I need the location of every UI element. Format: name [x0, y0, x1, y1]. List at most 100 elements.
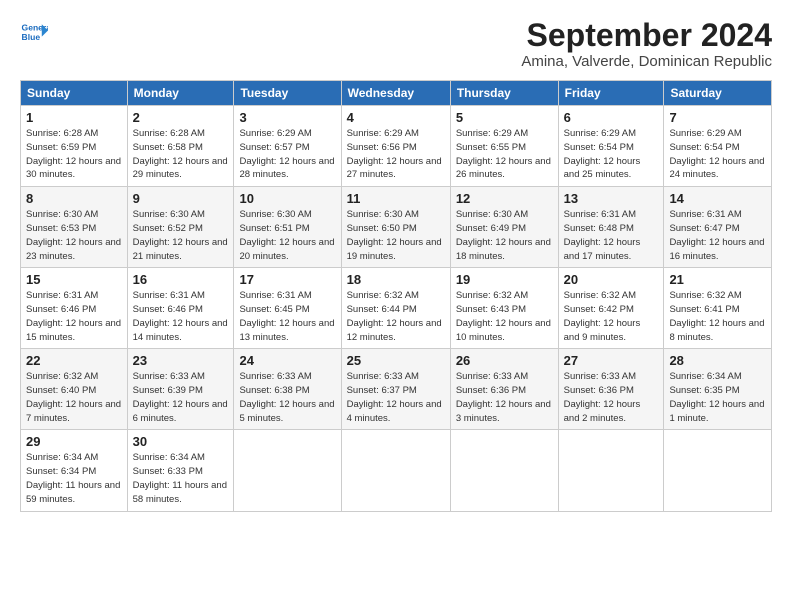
svg-text:Blue: Blue: [22, 32, 41, 42]
calendar-cell: 14Sunrise: 6:31 AMSunset: 6:47 PMDayligh…: [664, 187, 772, 268]
sunrise-time: Sunrise: 6:33 AM: [456, 371, 528, 382]
daylight-hours: Daylight: 12 hours and 14 minutes.: [133, 318, 228, 343]
day-info: Sunrise: 6:31 AMSunset: 6:48 PMDaylight:…: [564, 208, 659, 263]
col-wednesday: Wednesday: [341, 81, 450, 106]
day-number: 24: [239, 353, 335, 368]
day-info: Sunrise: 6:33 AMSunset: 6:36 PMDaylight:…: [564, 370, 659, 425]
sunset-time: Sunset: 6:53 PM: [26, 223, 96, 234]
day-number: 10: [239, 191, 335, 206]
calendar-cell: 28 Sunrise: 6:34 AMSunset: 6:35 PMDayligh…: [664, 349, 772, 430]
calendar-cell: 4Sunrise: 6:29 AMSunset: 6:56 PMDaylight…: [341, 106, 450, 187]
calendar-week-row: 15Sunrise: 6:31 AMSunset: 6:46 PMDayligh…: [21, 268, 772, 349]
sunset-time: Sunset: 6:52 PM: [133, 223, 203, 234]
day-number: 30: [133, 434, 229, 449]
day-info: Sunrise: 6:32 AMSunset: 6:41 PMDaylight:…: [669, 289, 766, 344]
page: General Blue September 2024 Amina, Valve…: [0, 0, 792, 612]
sunrise-time: Sunrise: 6:33 AM: [133, 371, 205, 382]
day-number: 15: [26, 272, 122, 287]
calendar-cell: 15Sunrise: 6:31 AMSunset: 6:46 PMDayligh…: [21, 268, 128, 349]
sunset-time: Sunset: 6:56 PM: [347, 142, 417, 153]
sunset-time: Sunset: 6:34 PM: [26, 466, 96, 477]
day-info: Sunrise: 6:30 AM Sunset: 6:53 PM Daylight:…: [26, 208, 122, 263]
day-info: Sunrise: 6:32 AMSunset: 6:42 PMDaylight:…: [564, 289, 659, 344]
col-sunday: Sunday: [21, 81, 128, 106]
sunset-time: Sunset: 6:49 PM: [456, 223, 526, 234]
day-number: 8: [26, 191, 122, 206]
daylight-hours: Daylight: 12 hours and 1 minute.: [669, 399, 764, 424]
sunrise-time: Sunrise: 6:32 AM: [456, 290, 528, 301]
day-number: 20: [564, 272, 659, 287]
sunrise-time: Sunrise: 6:29 AM: [456, 128, 528, 139]
sunset-time: Sunset: 6:45 PM: [239, 304, 309, 315]
day-info: Sunrise: 6:32 AMSunset: 6:40 PMDaylight:…: [26, 370, 122, 425]
col-thursday: Thursday: [450, 81, 558, 106]
sunset-time: Sunset: 6:36 PM: [456, 385, 526, 396]
day-info: Sunrise: 6:31 AMSunset: 6:47 PMDaylight:…: [669, 208, 766, 263]
daylight-hours: Daylight: 12 hours and 28 minutes.: [239, 156, 334, 181]
sunset-time: Sunset: 6:36 PM: [564, 385, 634, 396]
sunrise-time: Sunrise: 6:34 AM: [133, 452, 205, 463]
calendar-cell: 8 Sunrise: 6:30 AM Sunset: 6:53 PM Daylight…: [21, 187, 128, 268]
day-info: Sunrise: 6:28 AMSunset: 6:58 PMDaylight:…: [133, 127, 229, 182]
daylight-hours: Daylight: 12 hours and 2 minutes.: [564, 399, 641, 424]
day-number: 13: [564, 191, 659, 206]
sunset-time: Sunset: 6:37 PM: [347, 385, 417, 396]
sunset-time: Sunset: 6:38 PM: [239, 385, 309, 396]
day-number: 11: [347, 191, 445, 206]
sunrise-time: Sunrise: 6:30 AM: [26, 209, 98, 220]
sunset-time: Sunset: 6:54 PM: [669, 142, 739, 153]
calendar-cell: [234, 430, 341, 511]
sunrise-time: Sunrise: 6:29 AM: [347, 128, 419, 139]
daylight-hours: Daylight: 12 hours and 21 minutes.: [133, 237, 228, 262]
calendar-cell: 13 Sunrise: 6:31 AMSunset: 6:48 PMDayligh…: [558, 187, 664, 268]
day-number: 2: [133, 110, 229, 125]
day-number: 5: [456, 110, 553, 125]
daylight-hours: Daylight: 12 hours and 30 minutes.: [26, 156, 121, 181]
title-area: September 2024 Amina, Valverde, Dominica…: [521, 18, 772, 70]
sunset-time: Sunset: 6:48 PM: [564, 223, 634, 234]
day-number: 16: [133, 272, 229, 287]
sunset-time: Sunset: 6:42 PM: [564, 304, 634, 315]
daylight-hours: Daylight: 12 hours and 29 minutes.: [133, 156, 228, 181]
day-number: 25: [347, 353, 445, 368]
day-info: Sunrise: 6:30 AMSunset: 6:49 PMDaylight:…: [456, 208, 553, 263]
daylight-hours: Daylight: 12 hours and 7 minutes.: [26, 399, 121, 424]
sunset-time: Sunset: 6:57 PM: [239, 142, 309, 153]
sunrise-time: Sunrise: 6:28 AM: [26, 128, 98, 139]
sunset-time: Sunset: 6:40 PM: [26, 385, 96, 396]
sunrise-time: Sunrise: 6:34 AM: [669, 371, 741, 382]
day-number: 18: [347, 272, 445, 287]
sunset-time: Sunset: 6:58 PM: [133, 142, 203, 153]
sunrise-time: Sunrise: 6:32 AM: [669, 290, 741, 301]
day-number: 6: [564, 110, 659, 125]
daylight-hours: Daylight: 12 hours and 17 minutes.: [564, 237, 641, 262]
day-number: 17: [239, 272, 335, 287]
day-info: Sunrise: 6:28 AMSunset: 6:59 PMDaylight:…: [26, 127, 122, 182]
sunrise-time: Sunrise: 6:30 AM: [133, 209, 205, 220]
calendar-cell: 27Sunrise: 6:33 AMSunset: 6:36 PMDayligh…: [558, 349, 664, 430]
day-info: Sunrise: 6:31 AMSunset: 6:45 PMDaylight:…: [239, 289, 335, 344]
day-info: Sunrise: 6:33 AMSunset: 6:39 PMDaylight:…: [133, 370, 229, 425]
day-info: Sunrise: 6:34 AMSunset: 6:33 PMDaylight:…: [133, 451, 229, 506]
daylight-hours: Daylight: 12 hours and 13 minutes.: [239, 318, 334, 343]
day-number: 28: [669, 353, 766, 368]
logo-icon: General Blue: [20, 18, 48, 46]
sunrise-time: Sunrise: 6:32 AM: [564, 290, 636, 301]
sunset-time: Sunset: 6:46 PM: [26, 304, 96, 315]
calendar-cell: 5Sunrise: 6:29 AMSunset: 6:55 PMDaylight…: [450, 106, 558, 187]
daylight-hours: Daylight: 12 hours and 23 minutes.: [26, 237, 121, 262]
sunset-time: Sunset: 6:44 PM: [347, 304, 417, 315]
day-info: Sunrise: 6:34 AMSunset: 6:35 PMDaylight:…: [669, 370, 766, 425]
sunrise-time: Sunrise: 6:33 AM: [347, 371, 419, 382]
sunset-time: Sunset: 6:50 PM: [347, 223, 417, 234]
daylight-hours: Daylight: 12 hours and 20 minutes.: [239, 237, 334, 262]
daylight-hours: Daylight: 12 hours and 19 minutes.: [347, 237, 442, 262]
sunrise-time: Sunrise: 6:32 AM: [347, 290, 419, 301]
calendar-cell: 12Sunrise: 6:30 AMSunset: 6:49 PMDayligh…: [450, 187, 558, 268]
calendar-week-row: 1Sunrise: 6:28 AMSunset: 6:59 PMDaylight…: [21, 106, 772, 187]
calendar-cell: 1Sunrise: 6:28 AMSunset: 6:59 PMDaylight…: [21, 106, 128, 187]
day-info: Sunrise: 6:33 AMSunset: 6:38 PMDaylight:…: [239, 370, 335, 425]
calendar-cell: 16Sunrise: 6:31 AMSunset: 6:46 PMDayligh…: [127, 268, 234, 349]
sunset-time: Sunset: 6:41 PM: [669, 304, 739, 315]
main-title: September 2024: [521, 18, 772, 53]
